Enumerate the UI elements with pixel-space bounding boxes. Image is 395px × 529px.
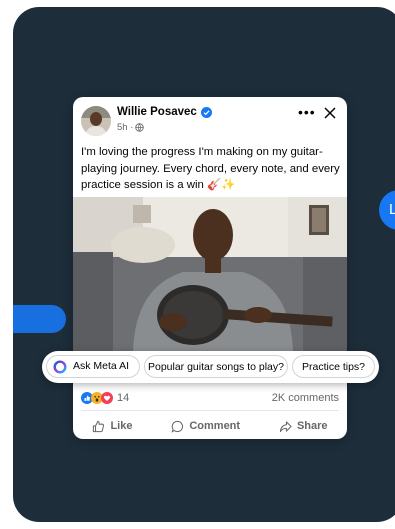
author-name[interactable]: Willie Posavec (117, 106, 197, 118)
suggestion-bar: Ask Meta AI Popular guitar songs to play… (42, 351, 379, 383)
close-icon[interactable] (323, 106, 337, 120)
suggestion-chip-guitar-songs[interactable]: Popular guitar songs to play? (144, 355, 288, 378)
share-arrow-icon (279, 420, 292, 432)
divider (81, 410, 339, 411)
comments-count[interactable]: 2K comments (272, 392, 339, 404)
like-label: Like (110, 420, 133, 432)
meta-ai-ring-icon (53, 359, 67, 374)
suggestion-chip-practice-tips[interactable]: Practice tips? (292, 355, 375, 378)
ask-meta-ai-button[interactable]: Ask Meta AI (46, 355, 140, 378)
post-actions: Like Comment Share (73, 415, 347, 437)
comment-label: Comment (189, 420, 241, 432)
globe-icon (135, 123, 145, 132)
avatar[interactable] (81, 106, 111, 136)
post-stats: 14 2K comments (81, 391, 339, 405)
post-time: 5h · (117, 122, 134, 133)
post-photo[interactable] (73, 197, 347, 352)
reaction-count: 14 (117, 392, 130, 404)
ask-meta-ai-label: Ask Meta AI (73, 360, 130, 372)
comment-bubble-icon (171, 420, 184, 433)
post-card: Willie Posavec 5h · ••• I'm loving the p… (73, 97, 347, 439)
like-button[interactable]: Like (92, 420, 132, 433)
message-bubble-left (13, 305, 66, 333)
post-author[interactable]: Willie Posavec (117, 106, 212, 118)
share-label: Share (296, 420, 328, 432)
share-button[interactable]: Share (279, 420, 328, 433)
post-meta: 5h · (117, 122, 145, 133)
reactions-summary[interactable]: 14 (81, 392, 129, 404)
thumbs-up-icon (93, 420, 105, 432)
love-reaction-icon (101, 392, 113, 404)
verified-badge-icon (200, 106, 212, 118)
message-bubble-right: Le (379, 190, 395, 230)
comment-button[interactable]: Comment (171, 420, 240, 433)
post-text: I'm loving the progress I'm making on my… (81, 146, 340, 191)
more-options-button[interactable]: ••• (298, 104, 316, 120)
